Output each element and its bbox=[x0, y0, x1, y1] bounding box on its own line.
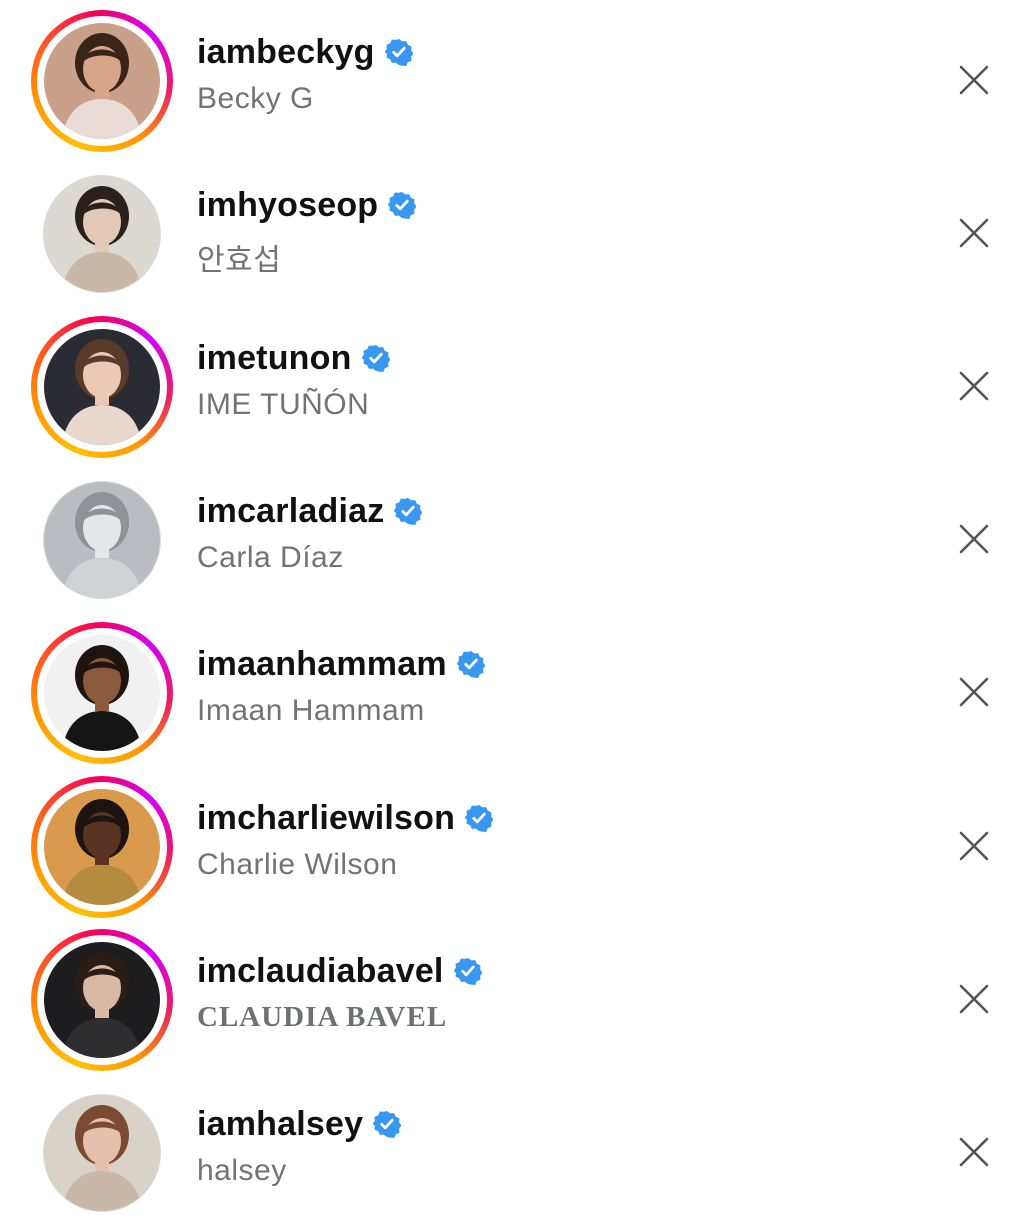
remove-suggestion-button[interactable] bbox=[948, 666, 1000, 718]
verified-badge-icon bbox=[388, 191, 417, 219]
account-row[interactable]: imcharliewilson Charlie Wilson bbox=[0, 766, 1031, 919]
story-ring[interactable] bbox=[31, 10, 173, 152]
profile-avatar bbox=[44, 789, 160, 905]
verified-badge-icon bbox=[456, 650, 485, 678]
account-row[interactable]: iambeckyg Becky G bbox=[0, 0, 1031, 153]
verified-badge-icon bbox=[361, 344, 390, 372]
close-icon bbox=[959, 1137, 989, 1167]
remove-suggestion-button[interactable] bbox=[948, 207, 1000, 259]
account-row[interactable]: iamhalsey halsey bbox=[0, 1072, 1031, 1225]
full-name: halsey bbox=[197, 1154, 287, 1187]
close-icon bbox=[959, 831, 989, 861]
username[interactable]: imcharliewilson bbox=[197, 799, 455, 838]
full-name: Imaan Hammam bbox=[197, 694, 425, 727]
full-name: Carla Díaz bbox=[197, 541, 344, 574]
username[interactable]: iambeckyg bbox=[197, 33, 375, 72]
profile-avatar bbox=[44, 635, 160, 751]
full-name: CLAUDIA BAVEL bbox=[197, 1001, 448, 1033]
username[interactable]: iamhalsey bbox=[197, 1105, 363, 1144]
full-name: Charlie Wilson bbox=[197, 848, 398, 881]
profile-avatar bbox=[44, 176, 160, 292]
close-icon bbox=[959, 371, 989, 401]
account-row[interactable]: imetunon IME TUÑÓN bbox=[0, 306, 1031, 459]
story-ring[interactable] bbox=[31, 929, 173, 1071]
remove-suggestion-button[interactable] bbox=[948, 360, 1000, 412]
avatar-frame[interactable] bbox=[31, 469, 173, 611]
avatar-frame[interactable] bbox=[31, 163, 173, 305]
profile-avatar bbox=[44, 1095, 160, 1211]
verified-badge-icon bbox=[465, 804, 494, 832]
remove-suggestion-button[interactable] bbox=[948, 513, 1000, 565]
account-row[interactable]: imaanhammam Imaan Hammam bbox=[0, 612, 1031, 765]
account-row[interactable]: imhyoseop 안효섭 bbox=[0, 153, 1031, 306]
remove-suggestion-button[interactable] bbox=[948, 1126, 1000, 1178]
profile-avatar bbox=[44, 329, 160, 445]
story-ring[interactable] bbox=[31, 776, 173, 918]
close-icon bbox=[959, 984, 989, 1014]
profile-avatar bbox=[44, 942, 160, 1058]
close-icon bbox=[959, 218, 989, 248]
verified-badge-icon bbox=[384, 38, 413, 66]
avatar-frame[interactable] bbox=[31, 1082, 173, 1224]
story-ring[interactable] bbox=[31, 622, 173, 764]
remove-suggestion-button[interactable] bbox=[948, 973, 1000, 1025]
profile-avatar bbox=[44, 482, 160, 598]
username[interactable]: imclaudiabavel bbox=[197, 952, 444, 991]
verified-badge-icon bbox=[373, 1110, 402, 1138]
profile-avatar bbox=[44, 23, 160, 139]
close-icon bbox=[959, 65, 989, 95]
close-icon bbox=[959, 677, 989, 707]
suggested-accounts-list: iambeckyg Becky G imhyoseop 안효섭 imetunon… bbox=[0, 0, 1031, 1212]
username[interactable]: imetunon bbox=[197, 339, 352, 378]
full-name: 안효섭 bbox=[197, 244, 282, 277]
account-row[interactable]: imcarladiaz Carla Díaz bbox=[0, 459, 1031, 612]
remove-suggestion-button[interactable] bbox=[948, 820, 1000, 872]
verified-badge-icon bbox=[394, 497, 423, 525]
full-name: Becky G bbox=[197, 82, 314, 115]
username[interactable]: imhyoseop bbox=[197, 186, 378, 225]
story-ring[interactable] bbox=[31, 316, 173, 458]
remove-suggestion-button[interactable] bbox=[948, 54, 1000, 106]
close-icon bbox=[959, 524, 989, 554]
full-name: IME TUÑÓN bbox=[197, 388, 370, 421]
verified-badge-icon bbox=[453, 957, 482, 985]
username[interactable]: imaanhammam bbox=[197, 645, 447, 684]
username[interactable]: imcarladiaz bbox=[197, 492, 384, 531]
account-row[interactable]: imclaudiabavel CLAUDIA BAVEL bbox=[0, 919, 1031, 1072]
